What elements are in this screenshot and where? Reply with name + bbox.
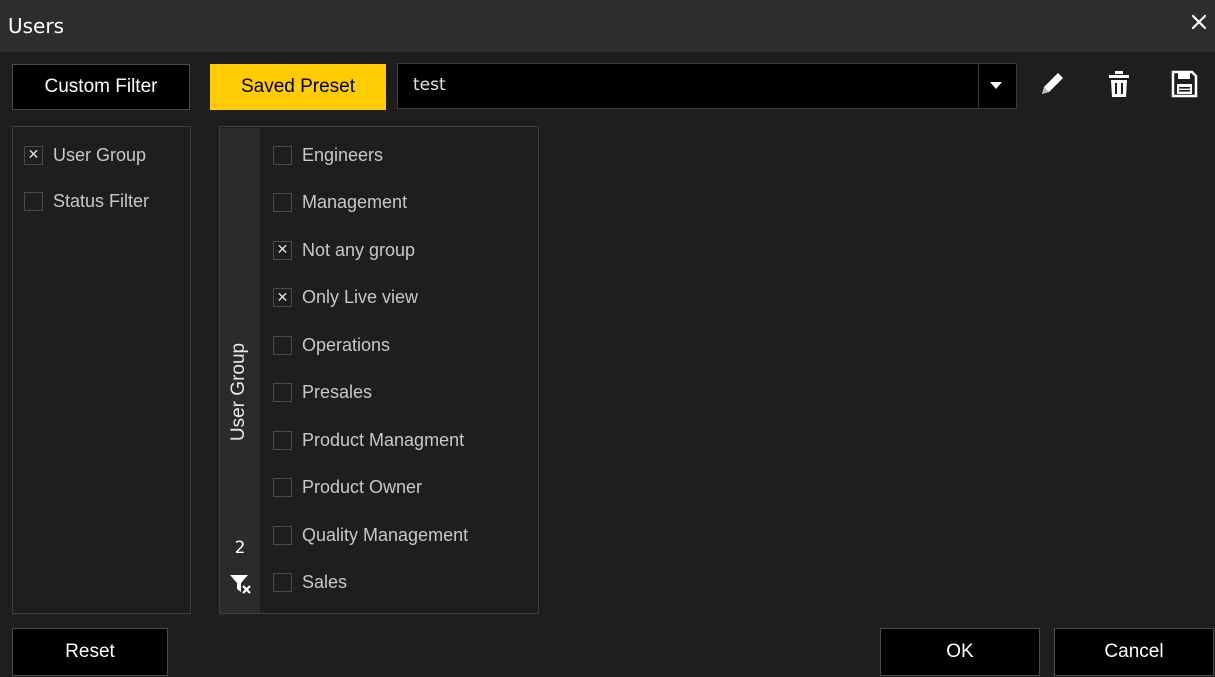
saved-preset-button[interactable]: Saved Preset bbox=[210, 64, 386, 110]
custom-filter-button[interactable]: Custom Filter bbox=[12, 64, 190, 110]
trash-icon[interactable] bbox=[1103, 68, 1135, 100]
group-item[interactable]: Presales bbox=[273, 373, 372, 413]
filter-list-panel: ✕ User Group Status Filter bbox=[12, 126, 191, 614]
checkbox-label: Only Live view bbox=[302, 287, 419, 307]
close-icon[interactable] bbox=[1189, 12, 1209, 32]
window-title: Users bbox=[8, 14, 65, 38]
group-item[interactable]: Quality Management bbox=[273, 515, 468, 555]
checkbox-label: Product Managment bbox=[302, 429, 465, 450]
user-group-header-bar: User Group 2 bbox=[220, 128, 260, 613]
dropdown-divider bbox=[978, 64, 979, 108]
checkbox-label: Not any group bbox=[302, 239, 416, 260]
group-item[interactable]: Product Managment bbox=[273, 420, 464, 460]
filter-option[interactable]: ✕ User Group bbox=[24, 135, 146, 175]
group-item[interactable]: ✕ Only Live view bbox=[273, 278, 418, 318]
checkbox[interactable] bbox=[24, 191, 43, 211]
reset-button[interactable]: Reset bbox=[12, 628, 168, 676]
group-item[interactable]: Product Owner bbox=[273, 468, 422, 508]
ok-button[interactable]: OK bbox=[880, 628, 1040, 676]
selected-count: 2 bbox=[234, 538, 246, 558]
preset-dropdown[interactable]: test bbox=[397, 63, 1017, 109]
group-item[interactable]: Sales bbox=[273, 563, 347, 603]
checkbox-label: Operations bbox=[302, 334, 391, 355]
user-group-panel: Engineers Management ✕ Not any group ✕ Only L… bbox=[219, 126, 539, 614]
group-item[interactable]: ✕ Not any group bbox=[273, 230, 415, 270]
preset-dropdown-value: test bbox=[413, 75, 446, 95]
group-item[interactable]: Operations bbox=[273, 325, 390, 365]
user-group-header: User Group bbox=[228, 342, 249, 442]
checkbox[interactable] bbox=[273, 525, 292, 545]
checkbox-label: Status Filter bbox=[53, 190, 150, 211]
checkbox-label: Management bbox=[302, 192, 408, 212]
checkbox[interactable] bbox=[273, 573, 292, 592]
group-item[interactable]: Management bbox=[273, 183, 407, 223]
clear-filter-icon[interactable] bbox=[228, 572, 252, 596]
chevron-down-icon[interactable] bbox=[990, 82, 1002, 89]
checkbox[interactable] bbox=[273, 335, 292, 355]
checkbox-label: Engineers bbox=[302, 144, 384, 165]
filter-option[interactable]: Status Filter bbox=[24, 181, 149, 221]
checkbox[interactable] bbox=[273, 193, 292, 212]
checkbox[interactable] bbox=[273, 383, 292, 402]
checkbox-label: Quality Management bbox=[302, 524, 469, 545]
checkbox[interactable]: ✕ bbox=[24, 145, 43, 165]
cancel-button[interactable]: Cancel bbox=[1054, 628, 1214, 676]
pencil-icon[interactable] bbox=[1036, 68, 1068, 100]
checkbox-label: Sales bbox=[302, 572, 348, 592]
checkbox[interactable] bbox=[273, 430, 292, 450]
checkbox-label: User Group bbox=[53, 144, 147, 165]
checkbox[interactable]: ✕ bbox=[273, 288, 292, 307]
save-icon[interactable] bbox=[1168, 68, 1200, 100]
checkbox[interactable]: ✕ bbox=[273, 240, 292, 260]
checkbox-label: Product Owner bbox=[302, 477, 423, 497]
checkbox-label: Presales bbox=[302, 382, 373, 402]
checkbox[interactable] bbox=[273, 145, 292, 165]
group-item[interactable]: Engineers bbox=[273, 135, 383, 175]
title-bar: Users bbox=[0, 0, 1215, 52]
checkbox[interactable] bbox=[273, 478, 292, 497]
